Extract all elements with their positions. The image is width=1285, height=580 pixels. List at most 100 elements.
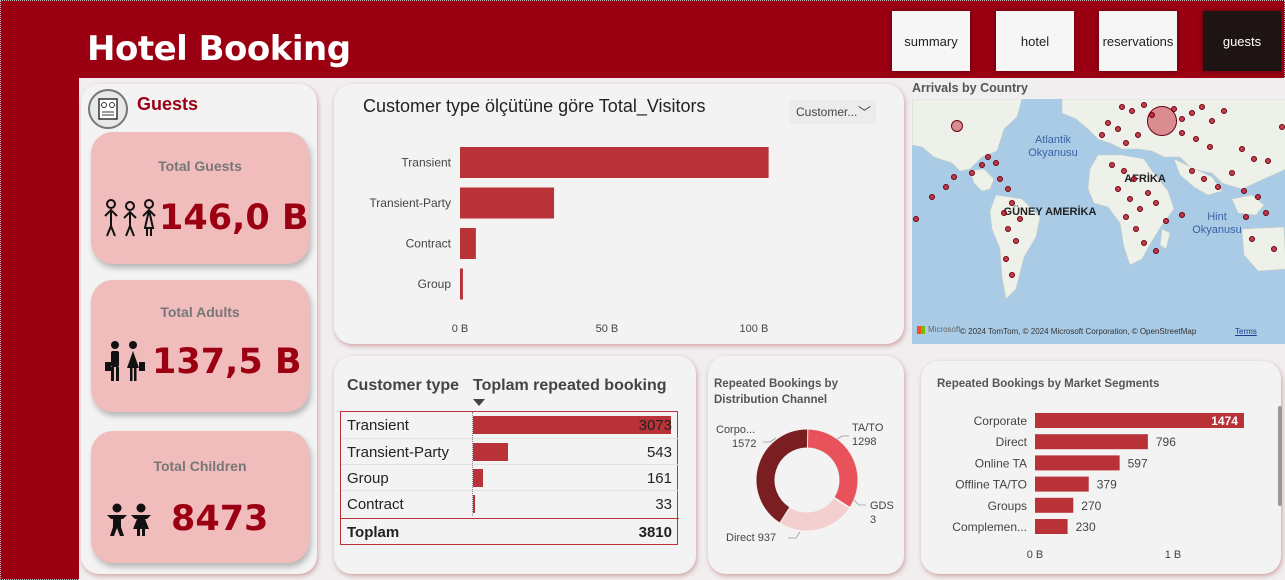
map-bubble[interactable] xyxy=(979,162,985,168)
nav-hotel-button[interactable]: hotel xyxy=(996,11,1074,71)
map-terms-link[interactable]: Terms xyxy=(1235,327,1257,336)
donut-label: Direct 937 xyxy=(726,532,776,544)
table-cell-value: 543 xyxy=(646,444,672,461)
map-bubble[interactable] xyxy=(1255,194,1261,200)
map-bubble[interactable] xyxy=(1251,156,1257,162)
distribution-donut-chart: Corpo... 1572 TA/TO 1298 GDS 3 Direct 937 xyxy=(716,422,894,544)
bar-category-label: Transient-Party xyxy=(369,196,451,210)
kpi-total-guests: Total Guests 146,0 B xyxy=(91,132,309,264)
map-bubble[interactable] xyxy=(1017,216,1023,222)
nav-summary-button[interactable]: summary xyxy=(892,11,970,71)
map-bubble[interactable] xyxy=(1133,226,1139,232)
sort-desc-icon[interactable] xyxy=(473,399,485,406)
map-bubble[interactable] xyxy=(1163,218,1169,224)
map-bubble[interactable] xyxy=(1271,246,1277,252)
map-bubble[interactable] xyxy=(1123,140,1129,146)
segment-label: Online TA xyxy=(975,456,1027,470)
map-bubble[interactable] xyxy=(1099,132,1105,138)
table-row[interactable]: Transient 3073 xyxy=(341,412,679,438)
map-bubble[interactable] xyxy=(1131,176,1137,182)
map-bubble[interactable] xyxy=(997,176,1003,182)
table-row[interactable]: Transient-Party 543 xyxy=(341,438,679,464)
map-bubble[interactable] xyxy=(1149,112,1155,118)
map-bubble[interactable] xyxy=(951,120,963,132)
map-bubble[interactable] xyxy=(1201,176,1207,182)
map-bubble[interactable] xyxy=(1153,248,1159,254)
map-bubble[interactable] xyxy=(1009,272,1015,278)
map-bubble[interactable] xyxy=(1115,126,1121,132)
family-icon xyxy=(104,199,156,237)
map-bubble[interactable] xyxy=(1243,214,1249,220)
map-bubble[interactable] xyxy=(1001,210,1007,216)
map-bubble[interactable] xyxy=(1179,116,1185,122)
map-bubble[interactable] xyxy=(1013,238,1019,244)
map-label-atlantic: Atlantik Okyanusu xyxy=(1028,134,1078,159)
map-bubble[interactable] xyxy=(1005,186,1011,192)
nav-reservations-button[interactable]: reservations xyxy=(1099,11,1177,71)
segment-label: Groups xyxy=(988,499,1027,513)
map-bubble[interactable] xyxy=(1003,256,1009,262)
map-bubble[interactable] xyxy=(969,170,975,176)
map-bubble[interactable] xyxy=(1119,104,1125,110)
map-bubble[interactable] xyxy=(1153,200,1159,206)
map-bubble[interactable] xyxy=(1199,104,1205,110)
donut-slice xyxy=(755,428,809,524)
nav-guests-button[interactable]: guests xyxy=(1203,11,1281,71)
map-bubble[interactable] xyxy=(1249,236,1255,242)
table-header-customer-type[interactable]: Customer type xyxy=(347,377,459,395)
map-bubble[interactable] xyxy=(943,184,949,190)
map-bubble[interactable] xyxy=(913,216,919,222)
map-bubble[interactable] xyxy=(1145,190,1151,196)
map-bubble[interactable] xyxy=(1009,200,1015,206)
map-bubble[interactable] xyxy=(1263,210,1269,216)
map-bubble[interactable] xyxy=(1189,168,1195,174)
map-bubble[interactable] xyxy=(1127,196,1133,202)
map-bubble[interactable] xyxy=(1189,110,1195,116)
map-bubble[interactable] xyxy=(1265,158,1271,164)
donut-slice xyxy=(806,428,859,509)
map-bubble[interactable] xyxy=(1105,120,1111,126)
donut-label: 1572 xyxy=(732,438,756,450)
map-bubble[interactable] xyxy=(929,194,935,200)
segment-value-label: 597 xyxy=(1128,456,1148,470)
children-icon xyxy=(107,503,151,536)
kpi-value: 137,5 B xyxy=(152,342,302,382)
scrollbar-thumb[interactable] xyxy=(1278,406,1282,506)
map-bubble[interactable] xyxy=(1115,186,1121,192)
map-bubble[interactable] xyxy=(985,154,991,160)
map-bubble[interactable] xyxy=(993,160,999,166)
table-row[interactable]: Group 161 xyxy=(341,464,679,490)
donut-label: 1298 xyxy=(852,436,876,448)
map-bubble[interactable] xyxy=(1229,170,1235,176)
map-bubble[interactable] xyxy=(1123,214,1129,220)
map-bubble[interactable] xyxy=(1179,212,1185,218)
map-bubble[interactable] xyxy=(1179,130,1185,136)
map-bubble[interactable] xyxy=(1137,206,1143,212)
map-bubble[interactable] xyxy=(1135,132,1141,138)
kpi-total-adults: Total Adults 137,5 B xyxy=(91,280,309,412)
map-bubble[interactable] xyxy=(1141,240,1147,246)
map-bubble[interactable] xyxy=(1109,162,1115,168)
map-bubble[interactable] xyxy=(1239,146,1245,152)
repeated-table: Transient 3073 Transient-Party 543 Group 161 C… xyxy=(340,411,679,545)
map-bubble[interactable] xyxy=(1221,108,1227,114)
map-bubble[interactable] xyxy=(1241,188,1247,194)
map-bubble[interactable] xyxy=(1193,136,1199,142)
bar-category-label: Contract xyxy=(406,237,452,251)
map-bubble[interactable] xyxy=(1207,144,1213,150)
map-bubble[interactable] xyxy=(1141,102,1147,108)
map-bubble[interactable] xyxy=(951,174,957,180)
map-bubble[interactable] xyxy=(1209,118,1215,124)
map-bubble[interactable] xyxy=(1215,184,1221,190)
bar xyxy=(460,268,463,300)
arrivals-map[interactable]: Atlantik Okyanusu AFRİKA GÜNEY AMERİKA H… xyxy=(912,99,1285,344)
map-bubble[interactable] xyxy=(1121,168,1127,174)
x-tick-label: 0 B xyxy=(1027,549,1044,561)
segments-chart-panel: Repeated Bookings by Market Segments Cor… xyxy=(921,361,1281,574)
table-row[interactable]: Contract 33 xyxy=(341,490,679,516)
map-bubble[interactable] xyxy=(1005,226,1011,232)
map-bubble[interactable] xyxy=(1129,108,1135,114)
map-bubble[interactable] xyxy=(1171,106,1177,112)
table-header-repeated-booking[interactable]: Toplam repeated booking xyxy=(473,377,667,395)
map-bubble[interactable] xyxy=(1279,124,1285,130)
